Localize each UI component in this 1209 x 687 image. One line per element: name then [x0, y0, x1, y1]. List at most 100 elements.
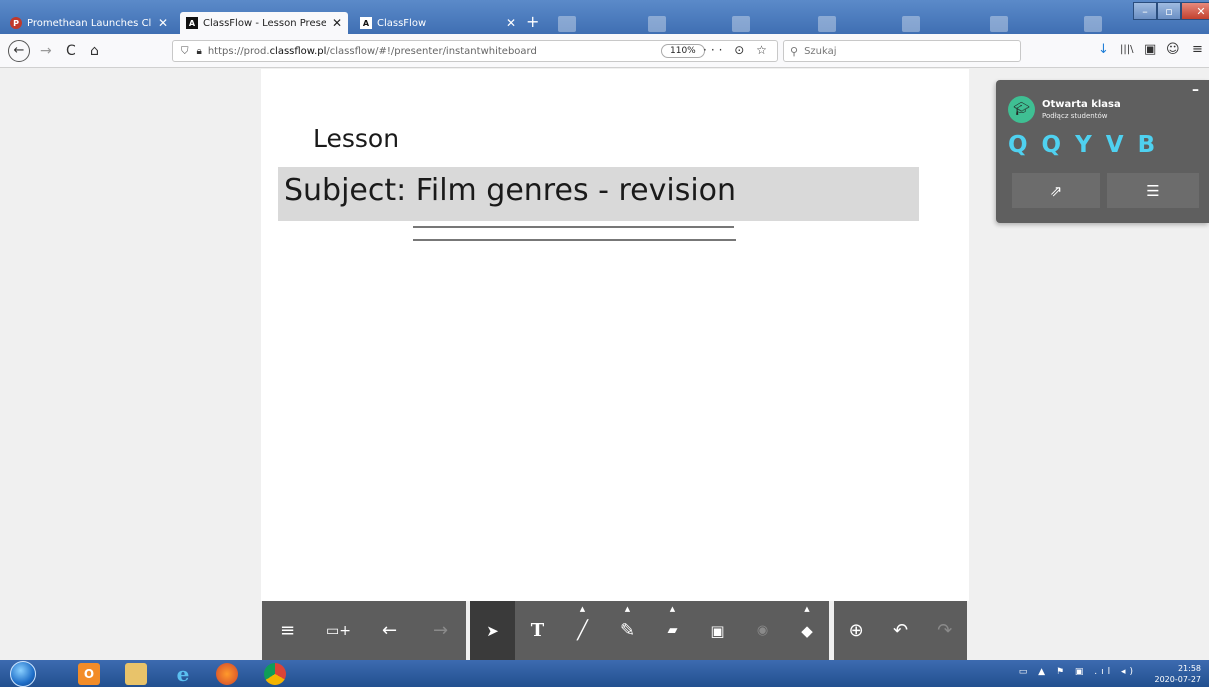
- caret-up-icon: ▲: [579, 605, 586, 613]
- url-domain: classflow.pl: [269, 45, 327, 57]
- desktop-ghost-icon: [558, 16, 576, 32]
- line-tool-button[interactable]: ▲ ╱: [560, 601, 605, 660]
- start-button[interactable]: [10, 661, 36, 687]
- class-panel-subtitle: Podłącz studentów: [1042, 112, 1108, 120]
- url-bar[interactable]: ⛉ 🔒︎ https://prod.classflow.pl/classflow…: [172, 40, 778, 62]
- pen-icon: ✎: [619, 620, 636, 641]
- tab-title: Promethean Launches ClassFlo: [27, 17, 152, 29]
- caret-up-icon: ▲: [669, 605, 676, 613]
- page-content: Lesson Subject: Film genres - revision –…: [0, 69, 1209, 660]
- list-icon: ☰: [1146, 181, 1160, 200]
- minimize-panel-button[interactable]: –: [1192, 82, 1199, 98]
- url-path: /classflow/#!/presenter/instantwhiteboar…: [326, 45, 537, 57]
- zoom-level-badge[interactable]: 110%: [661, 44, 705, 58]
- page-actions-icons[interactable]: ··· ⊙ ☆: [703, 43, 771, 57]
- undo-button[interactable]: ↶: [883, 601, 917, 660]
- subject-text-box[interactable]: Subject: Film genres - revision: [278, 167, 919, 221]
- clock-time: 21:58: [1177, 664, 1201, 673]
- redo-button[interactable]: ↷: [928, 601, 962, 660]
- color-palette-button[interactable]: ◉: [740, 601, 785, 660]
- share-icon: ⇗: [1049, 181, 1063, 200]
- firefox-icon[interactable]: [216, 663, 238, 685]
- class-code: Q Q Y V B: [1008, 132, 1156, 158]
- select-tool-button[interactable]: ➤: [470, 601, 515, 660]
- reload-button[interactable]: C: [66, 42, 76, 60]
- window-controls: – ▫ ✕: [1133, 2, 1209, 20]
- new-tab-button[interactable]: +: [526, 12, 539, 32]
- internet-explorer-icon[interactable]: e: [172, 662, 194, 686]
- previous-page-button[interactable]: ←: [373, 601, 407, 660]
- graduation-cap-icon: 🎓︎: [1008, 96, 1035, 123]
- eraser-tool-button[interactable]: ▲ ▰: [650, 601, 695, 660]
- navigation-bar: ← → C ⌂ ⛉ 🔒︎ https://prod.classflow.pl/c…: [0, 34, 1209, 68]
- add-page-button[interactable]: ▭+: [322, 601, 356, 660]
- search-icon: ⚲: [790, 44, 799, 58]
- close-tab-icon[interactable]: ✕: [158, 16, 168, 30]
- desktop-ghost-icon: [648, 16, 666, 32]
- tab-classflow-lesson-presenter[interactable]: A ClassFlow - Lesson Presenter ✕: [180, 12, 348, 34]
- back-button[interactable]: ←: [8, 40, 30, 62]
- tab-strip: P Promethean Launches ClassFlo ✕ A Class…: [0, 0, 1209, 34]
- library-icon[interactable]: |||\: [1120, 44, 1133, 55]
- forward-button[interactable]: →: [40, 42, 52, 60]
- download-icon[interactable]: ↓: [1098, 42, 1109, 57]
- eraser-icon: ▰: [667, 623, 678, 638]
- menu-icon[interactable]: ≡: [1192, 42, 1203, 57]
- whiteboard-canvas[interactable]: Lesson Subject: Film genres - revision: [261, 69, 969, 601]
- minimize-window-button[interactable]: –: [1133, 2, 1157, 20]
- toolbar-tools-group: ➤ T ▲ ╱ ▲ ✎ ▲ ▰ ▣ ◉ ▲ ◆: [470, 601, 829, 660]
- chrome-icon[interactable]: [264, 663, 286, 685]
- fill-tool-button[interactable]: ▲ ◆: [785, 601, 829, 660]
- close-tab-icon[interactable]: ✕: [332, 16, 342, 30]
- home-button[interactable]: ⌂: [90, 42, 99, 60]
- caret-up-icon: ▲: [804, 605, 810, 613]
- toolbar-page-group: ≡ ▭+ ← →: [262, 601, 466, 660]
- maximize-window-button[interactable]: ▫: [1157, 2, 1181, 20]
- system-tray[interactable]: ▭ ▲ ⚑ ▣ .ıl ◂): [1019, 667, 1137, 677]
- tab-title: ClassFlow: [377, 17, 427, 29]
- toolbar-view-group: ⊕ ↶ ↷: [834, 601, 967, 660]
- line-icon: ╱: [577, 620, 588, 641]
- tracking-shield-icon[interactable]: ⛉: [181, 46, 189, 57]
- search-input[interactable]: Szukaj: [804, 46, 836, 57]
- menu-button[interactable]: ≡: [271, 601, 305, 660]
- search-bar[interactable]: ⚲ Szukaj: [783, 40, 1021, 62]
- desktop-ghost-icon: [1084, 16, 1102, 32]
- desktop-ghost-icon: [902, 16, 920, 32]
- promethean-favicon-icon: P: [10, 17, 22, 29]
- office-app-icon[interactable]: O: [78, 663, 100, 685]
- close-tab-icon[interactable]: ✕: [506, 16, 516, 30]
- tab-title: ClassFlow - Lesson Presenter: [203, 17, 326, 29]
- next-page-button[interactable]: →: [424, 601, 458, 660]
- text-tool-button[interactable]: T: [515, 601, 560, 660]
- lesson-heading[interactable]: Lesson: [313, 124, 399, 153]
- windows-taskbar: O e ▭ ▲ ⚑ ▣ .ıl ◂) 21:58 2020-07-27: [0, 660, 1209, 687]
- desktop-ghost-icon: [732, 16, 750, 32]
- share-button[interactable]: ⇗: [1012, 173, 1100, 208]
- desktop-ghost-icon: [818, 16, 836, 32]
- taskbar-clock[interactable]: 21:58 2020-07-27: [1155, 663, 1202, 685]
- file-explorer-icon[interactable]: [125, 663, 147, 685]
- classflow-favicon-icon: A: [186, 17, 198, 29]
- underline-stroke[interactable]: [413, 226, 734, 228]
- zoom-button[interactable]: ⊕: [839, 601, 873, 660]
- tab-promethean[interactable]: P Promethean Launches ClassFlo ✕: [4, 12, 174, 34]
- underline-stroke[interactable]: [413, 239, 736, 241]
- desktop-ghost-icon: [990, 16, 1008, 32]
- caret-up-icon: ▲: [624, 605, 631, 613]
- clock-date: 2020-07-27: [1154, 675, 1202, 684]
- tab-classflow[interactable]: A ClassFlow ✕: [354, 12, 522, 34]
- lock-icon[interactable]: 🔒︎: [197, 46, 202, 57]
- pen-tool-button[interactable]: ▲ ✎: [605, 601, 650, 660]
- class-panel-title: Otwarta klasa: [1042, 99, 1121, 110]
- classflow-favicon-icon: A: [360, 17, 372, 29]
- reader-view-icon[interactable]: ▣: [1144, 42, 1156, 57]
- student-list-button[interactable]: ☰: [1107, 173, 1199, 208]
- close-window-button[interactable]: ✕: [1181, 2, 1209, 20]
- url-prefix: https://prod.: [207, 45, 270, 57]
- open-class-panel: – 🎓︎ Otwarta klasa Podłącz studentów Q Q…: [996, 80, 1209, 223]
- toolbox-button[interactable]: ▣: [695, 601, 740, 660]
- paint-bucket-icon: ◆: [801, 621, 813, 640]
- account-icon[interactable]: ☺: [1166, 42, 1180, 57]
- url-text[interactable]: https://prod.classflow.pl/classflow/#!/p…: [208, 46, 537, 57]
